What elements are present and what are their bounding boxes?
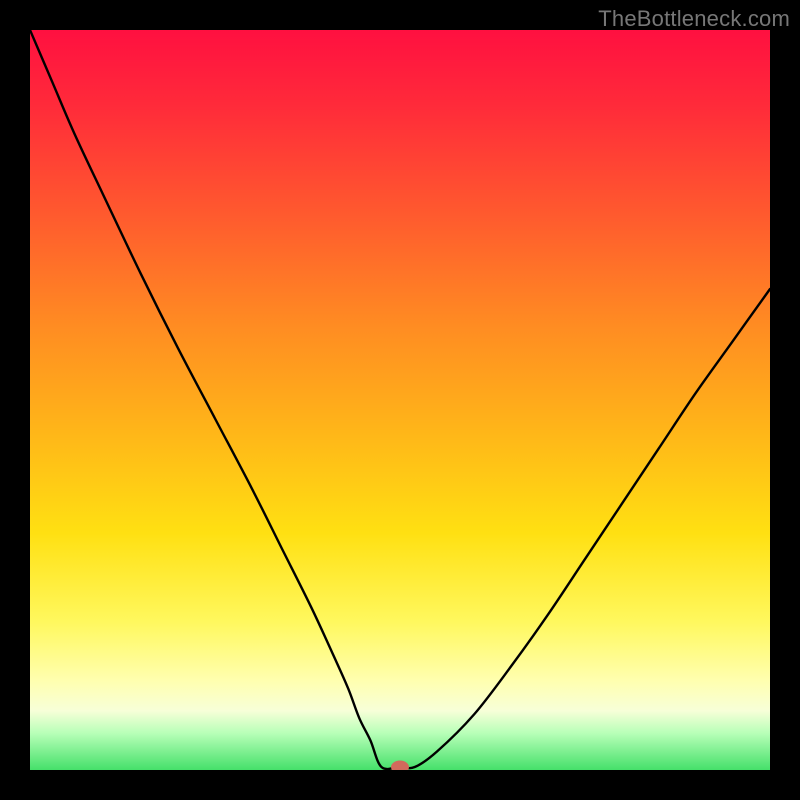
bottleneck-curve	[30, 30, 770, 769]
optimum-marker	[391, 761, 409, 770]
watermark-text: TheBottleneck.com	[598, 6, 790, 32]
chart-svg	[30, 30, 770, 770]
chart-frame: TheBottleneck.com	[0, 0, 800, 800]
plot-area	[30, 30, 770, 770]
